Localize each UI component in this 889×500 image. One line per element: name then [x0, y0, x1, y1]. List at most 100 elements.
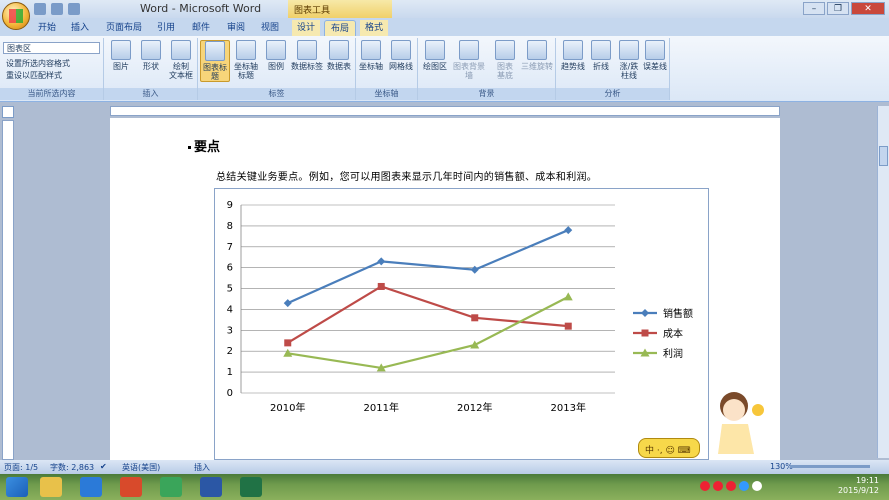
chart-title-icon	[205, 41, 225, 61]
start-button[interactable]	[6, 477, 28, 497]
series-line	[287, 285, 569, 344]
language-indicator[interactable]: 英语(美国)	[122, 462, 160, 473]
tab-view[interactable]: 视图	[256, 20, 284, 36]
tab-insert[interactable]: 插入	[66, 20, 94, 36]
up-down-bars-icon	[619, 40, 639, 60]
group-axes: 坐标轴 网格线 坐标轴	[356, 38, 418, 100]
x-tick-label: 2012年	[457, 401, 492, 414]
chart-floor-button[interactable]: 图表 基底	[490, 40, 520, 80]
insert-picture-button[interactable]: 图片	[106, 40, 136, 71]
redo-icon[interactable]	[68, 3, 80, 15]
app-icon[interactable]	[160, 477, 182, 497]
3d-rotation-icon	[527, 40, 547, 60]
scroll-thumb[interactable]	[879, 146, 888, 166]
legend-button[interactable]: 图例	[261, 40, 291, 71]
page-count[interactable]: 页面: 1/5	[4, 462, 38, 473]
data-labels-icon	[297, 40, 317, 60]
insert-shape-button[interactable]: 形状	[136, 40, 166, 71]
close-button[interactable]: ✕	[851, 2, 885, 15]
tray-icon[interactable]	[713, 481, 723, 491]
trendline-icon	[563, 40, 583, 60]
excel-icon[interactable]	[240, 477, 262, 497]
restore-button[interactable]: ❐	[827, 2, 849, 15]
axis-titles-button[interactable]: 坐标轴 标题	[231, 40, 261, 80]
word-icon[interactable]	[200, 477, 222, 497]
reset-style-button[interactable]: 重设以匹配样式	[6, 70, 62, 81]
undo-icon[interactable]	[51, 3, 63, 15]
3d-rotation-button[interactable]: 三维旋转	[520, 40, 554, 71]
tab-mailings[interactable]: 邮件	[187, 20, 215, 36]
axis-title-icon	[236, 40, 256, 60]
folder-icon[interactable]	[40, 477, 62, 497]
group-current-selection: 图表区 设置所选内容格式 重设以匹配样式 当前所选内容	[0, 38, 104, 100]
error-bars-icon	[645, 40, 665, 60]
data-point	[470, 265, 479, 274]
save-icon[interactable]	[34, 3, 46, 15]
tray-icon[interactable]	[739, 481, 749, 491]
lines-icon	[591, 40, 611, 60]
draw-textbox-button[interactable]: 绘制 文本框	[166, 40, 196, 80]
document-page[interactable]: 要点 总结关键业务要点。例如，您可以用图表来显示几年时间内的销售额、成本和利润。…	[110, 118, 780, 460]
zoom-slider[interactable]	[790, 465, 870, 468]
y-tick-label: 0	[227, 388, 233, 399]
tray-icon[interactable]	[700, 481, 710, 491]
tab-design[interactable]: 设计	[292, 20, 320, 36]
chart-area[interactable]: 0 1 2 3 4 5 6 7 8 9 2010年 2011年 2012年 2013年 销售额 成本 利润	[214, 188, 709, 460]
tab-home[interactable]: 开始	[33, 20, 61, 36]
x-tick-label: 2013年	[551, 401, 586, 414]
series-line	[287, 295, 569, 370]
format-selection-button[interactable]: 设置所选内容格式	[6, 58, 70, 69]
shapes-icon	[141, 40, 161, 60]
vertical-scrollbar[interactable]	[877, 106, 889, 458]
taskbar: 19:11 2015/9/12	[0, 474, 889, 500]
gridlines-button[interactable]: 网格线	[386, 40, 416, 71]
vertical-ruler[interactable]	[2, 120, 14, 460]
insert-mode[interactable]: 插入	[194, 462, 210, 473]
data-table-icon	[329, 40, 349, 60]
tab-review[interactable]: 审阅	[222, 20, 250, 36]
group-labels: 图表标题 坐标轴 标题 图例 数据标签 数据表 标签	[198, 38, 356, 100]
chart-element-dropdown[interactable]: 图表区	[3, 42, 100, 54]
tab-references[interactable]: 引用	[152, 20, 180, 36]
horizontal-ruler[interactable]	[110, 106, 780, 116]
data-point	[564, 226, 573, 235]
y-tick-label: 4	[227, 304, 233, 315]
data-point	[377, 257, 386, 266]
plot-area-button[interactable]: 绘图区	[420, 40, 450, 71]
lines-button[interactable]: 折线	[586, 40, 616, 71]
tray-icon[interactable]	[726, 481, 736, 491]
ie-icon[interactable]	[80, 477, 102, 497]
chart-wall-button[interactable]: 图表背景墙	[450, 40, 488, 80]
legend-label: 销售额	[663, 307, 693, 320]
tab-layout[interactable]: 布局	[324, 20, 356, 36]
word-count[interactable]: 字数: 2,863	[50, 462, 94, 473]
data-table-button[interactable]: 数据表	[324, 40, 354, 71]
minimize-button[interactable]: –	[803, 2, 825, 15]
office-logo-icon	[9, 9, 23, 23]
cartoon-mascot	[718, 392, 764, 454]
office-button[interactable]	[2, 2, 30, 30]
chart-title-button[interactable]: 图表标题	[200, 40, 230, 82]
y-tick-label: 7	[227, 242, 233, 253]
tab-page-layout[interactable]: 页面布局	[102, 20, 146, 36]
group-label: 当前所选内容	[0, 88, 103, 100]
axes-button[interactable]: 坐标轴	[356, 40, 386, 71]
chart-floor-icon	[495, 40, 515, 60]
data-point	[377, 282, 385, 290]
clock[interactable]: 19:11 2015/9/12	[838, 476, 879, 496]
ruler-toggle[interactable]	[2, 106, 14, 118]
data-point	[283, 299, 292, 308]
window-controls: – ❐ ✕	[803, 2, 885, 15]
trendline-button[interactable]: 趋势线	[558, 40, 588, 71]
spellcheck-icon[interactable]: ✔	[100, 462, 107, 471]
y-tick-label: 6	[227, 263, 233, 274]
data-labels-button[interactable]: 数据标签	[290, 40, 324, 71]
error-bars-button[interactable]: 误差线	[640, 40, 670, 71]
tab-format[interactable]: 格式	[360, 20, 388, 36]
y-tick-label: 3	[227, 325, 233, 336]
media-icon[interactable]	[120, 477, 142, 497]
tray-icon[interactable]	[752, 481, 762, 491]
group-label: 背景	[418, 88, 555, 100]
data-point	[564, 322, 572, 330]
ime-toolbar[interactable]: 中 ·, ☺ ⌨	[638, 438, 700, 458]
